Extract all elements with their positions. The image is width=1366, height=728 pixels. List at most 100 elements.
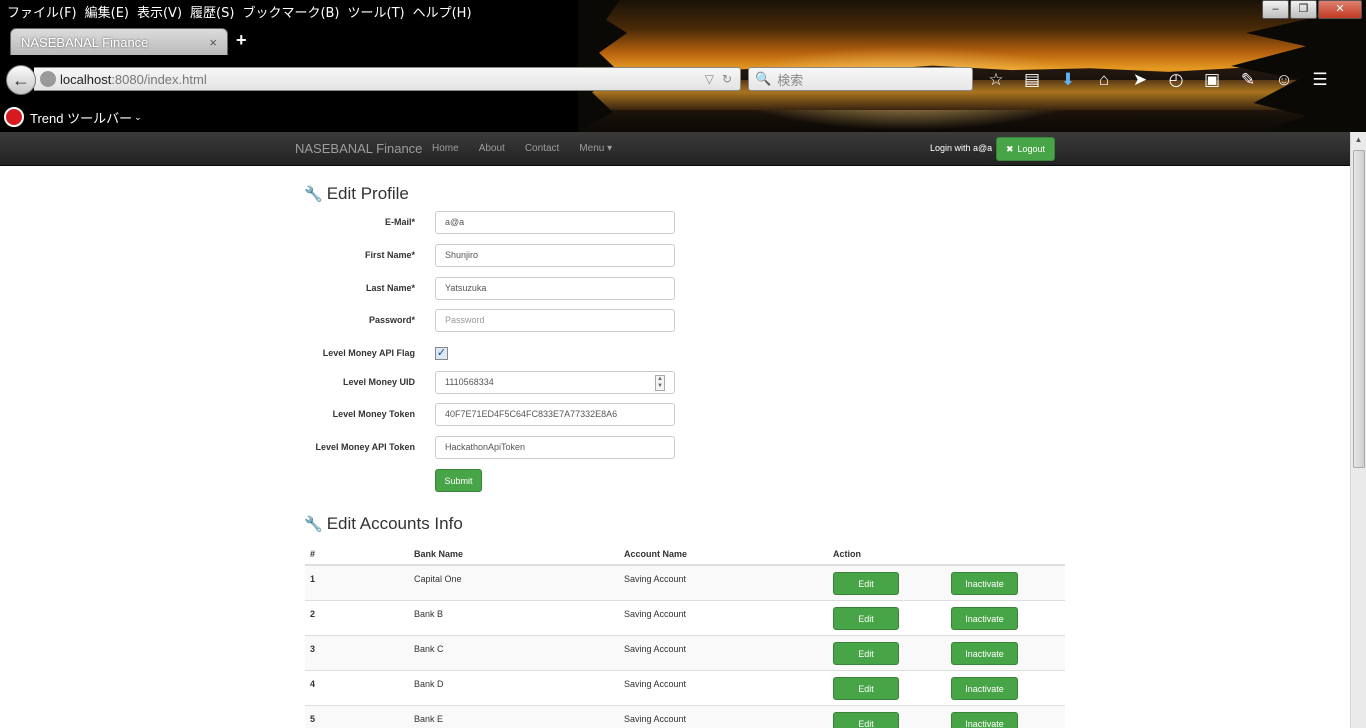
- edit-profile-title: Edit Profile: [326, 184, 409, 203]
- row-number: 2: [310, 609, 316, 619]
- trend-toolbar-label[interactable]: Trend ツールバー: [30, 108, 132, 127]
- trend-toolbar[interactable]: Trend ツールバー ⌄: [0, 103, 142, 131]
- site-identity-icon[interactable]: [40, 71, 56, 87]
- nav-link-about[interactable]: About: [479, 143, 505, 154]
- inactivate-button[interactable]: Inactivate: [951, 642, 1018, 665]
- menu-bookmarks[interactable]: ブックマーク(B): [242, 2, 339, 21]
- dropdown-history-icon[interactable]: ▽: [705, 72, 714, 86]
- edit-button[interactable]: Edit: [833, 572, 899, 595]
- extension-icon[interactable]: ✎: [1236, 69, 1260, 91]
- uid-number-field[interactable]: 1110568334 ▲ ▼: [435, 371, 675, 394]
- edit-button[interactable]: Edit: [833, 607, 899, 630]
- bank-name: Bank C: [414, 644, 444, 654]
- api-token-field[interactable]: HackathonApiToken: [435, 436, 675, 459]
- submit-button[interactable]: Submit: [435, 469, 482, 492]
- tab-close-icon[interactable]: ×: [209, 35, 217, 50]
- uid-label: Level Money UID: [342, 377, 415, 387]
- wrench-icon: 🔧: [304, 516, 323, 533]
- maximize-button[interactable]: ❐: [1290, 0, 1317, 19]
- scroll-up-icon[interactable]: ▲: [1351, 132, 1366, 148]
- token-label: Level Money Token: [332, 409, 415, 419]
- edit-profile-heading: 🔧 Edit Profile: [304, 184, 409, 204]
- token-row: Level Money Token 40F7E71ED4F5C64FC833E7…: [304, 403, 684, 427]
- menu-view[interactable]: 表示(V): [137, 2, 182, 21]
- edit-button[interactable]: Edit: [833, 712, 899, 728]
- edit-button[interactable]: Edit: [833, 642, 899, 665]
- browser-tab[interactable]: NASEBANAL Finance ×: [10, 28, 228, 55]
- uid-row: Level Money UID 1110568334 ▲ ▼: [304, 371, 684, 395]
- token-field[interactable]: 40F7E71ED4F5C64FC833E7A77332E8A6: [435, 403, 675, 426]
- bank-name: Capital One: [414, 574, 462, 584]
- first-name-field[interactable]: Shunjiro: [435, 244, 675, 267]
- trend-logo-icon: [4, 107, 24, 127]
- chevron-down-icon[interactable]: ⌄: [134, 112, 142, 123]
- url-text[interactable]: localhost:8080/index.html: [60, 72, 705, 87]
- edit-button[interactable]: Edit: [833, 677, 899, 700]
- site-navbar: NASEBANAL Finance Home About Contact Men…: [0, 132, 1350, 166]
- column-header-account: Account Name: [624, 549, 688, 559]
- password-field[interactable]: Password: [435, 309, 675, 332]
- menu-tools[interactable]: ツール(T): [348, 2, 405, 21]
- browser-chrome: ファイル(F) 編集(E) 表示(V) 履歴(S) ブックマーク(B) ツール(…: [0, 0, 1366, 132]
- menu-file[interactable]: ファイル(F): [7, 2, 77, 21]
- nav-link-contact[interactable]: Contact: [525, 143, 559, 154]
- bank-name: Bank D: [414, 679, 444, 689]
- wrench-icon: 🔧: [304, 186, 323, 203]
- inactivate-button[interactable]: Inactivate: [951, 607, 1018, 630]
- home-icon[interactable]: ⌂: [1092, 69, 1116, 91]
- email-field[interactable]: a@a: [435, 211, 675, 234]
- back-button[interactable]: ←: [6, 65, 36, 95]
- accounts-table: # Bank Name Account Name Action 1 Capita…: [305, 543, 1065, 728]
- inactivate-button[interactable]: Inactivate: [951, 677, 1018, 700]
- last-name-field[interactable]: Yatsuzuka: [435, 277, 675, 300]
- email-row: E-Mail* a@a: [304, 211, 684, 235]
- reading-list-icon[interactable]: ▤: [1020, 69, 1044, 91]
- account-name: Saving Account: [624, 574, 687, 584]
- star-icon[interactable]: ☆: [984, 69, 1008, 91]
- nav-link-home[interactable]: Home: [432, 143, 459, 154]
- row-number: 3: [310, 644, 316, 654]
- web-page: NASEBANAL Finance Home About Contact Men…: [0, 132, 1350, 728]
- search-bar[interactable]: 🔍 検索: [748, 67, 973, 91]
- clock-icon[interactable]: ◴: [1164, 69, 1188, 91]
- new-tab-button[interactable]: +: [236, 30, 247, 51]
- reload-icon[interactable]: ↻: [722, 72, 732, 86]
- row-number: 5: [310, 714, 316, 724]
- selenium-icon[interactable]: ▣: [1200, 69, 1224, 91]
- search-icon: 🔍: [755, 71, 772, 86]
- menu-history[interactable]: 履歴(S): [190, 2, 234, 21]
- close-window-button[interactable]: ✕: [1318, 0, 1362, 19]
- edit-accounts-title: Edit Accounts Info: [326, 514, 463, 533]
- logout-button[interactable]: ✖ Logout: [996, 137, 1055, 161]
- table-row: 3 Bank C Saving Account Edit Inactivate: [305, 636, 1065, 671]
- inactivate-button[interactable]: Inactivate: [951, 572, 1018, 595]
- number-spinner-icon[interactable]: ▲ ▼: [655, 375, 665, 391]
- send-icon[interactable]: ➤: [1128, 69, 1152, 91]
- navbar-brand[interactable]: NASEBANAL Finance: [295, 141, 422, 156]
- tab-title: NASEBANAL Finance: [21, 34, 149, 50]
- api-flag-checkbox[interactable]: ✓: [435, 347, 448, 360]
- window-controls: – ❐ ✕: [1261, 0, 1362, 19]
- first-name-label: First Name*: [364, 250, 415, 260]
- search-placeholder: 検索: [777, 72, 804, 88]
- table-row: 5 Bank E Saving Account Edit Inactivate: [305, 706, 1065, 728]
- close-icon: ✖: [1005, 143, 1014, 154]
- uid-value: 1110568334: [445, 377, 494, 387]
- smiley-icon[interactable]: ☺: [1272, 69, 1296, 91]
- toolbar-icons: ☆ ▤ ⬇ ⌂ ➤ ◴ ▣ ✎ ☺ ☰: [984, 69, 1344, 91]
- menu-help[interactable]: ヘルプ(H): [413, 2, 472, 21]
- download-icon[interactable]: ⬇: [1056, 69, 1080, 91]
- minimize-button[interactable]: –: [1262, 0, 1289, 19]
- bank-name: Bank B: [414, 609, 444, 619]
- url-bar[interactable]: localhost:8080/index.html ▽ ↻: [34, 67, 741, 91]
- hamburger-menu-icon[interactable]: ☰: [1308, 69, 1332, 91]
- nav-dropdown-menu[interactable]: Menu ▾: [579, 143, 612, 154]
- api-token-row: Level Money API Token HackathonApiToken: [304, 436, 684, 460]
- inactivate-button[interactable]: Inactivate: [951, 712, 1018, 728]
- menu-edit[interactable]: 編集(E): [85, 2, 129, 21]
- email-label: E-Mail*: [384, 217, 415, 227]
- page-scrollbar[interactable]: ▲: [1350, 132, 1366, 728]
- logout-label: Logout: [1017, 144, 1046, 154]
- navigation-toolbar: localhost:8080/index.html ▽ ↻ ← 🔍 検索 ☆ ▤…: [0, 55, 1366, 103]
- scrollbar-thumb[interactable]: [1353, 150, 1365, 468]
